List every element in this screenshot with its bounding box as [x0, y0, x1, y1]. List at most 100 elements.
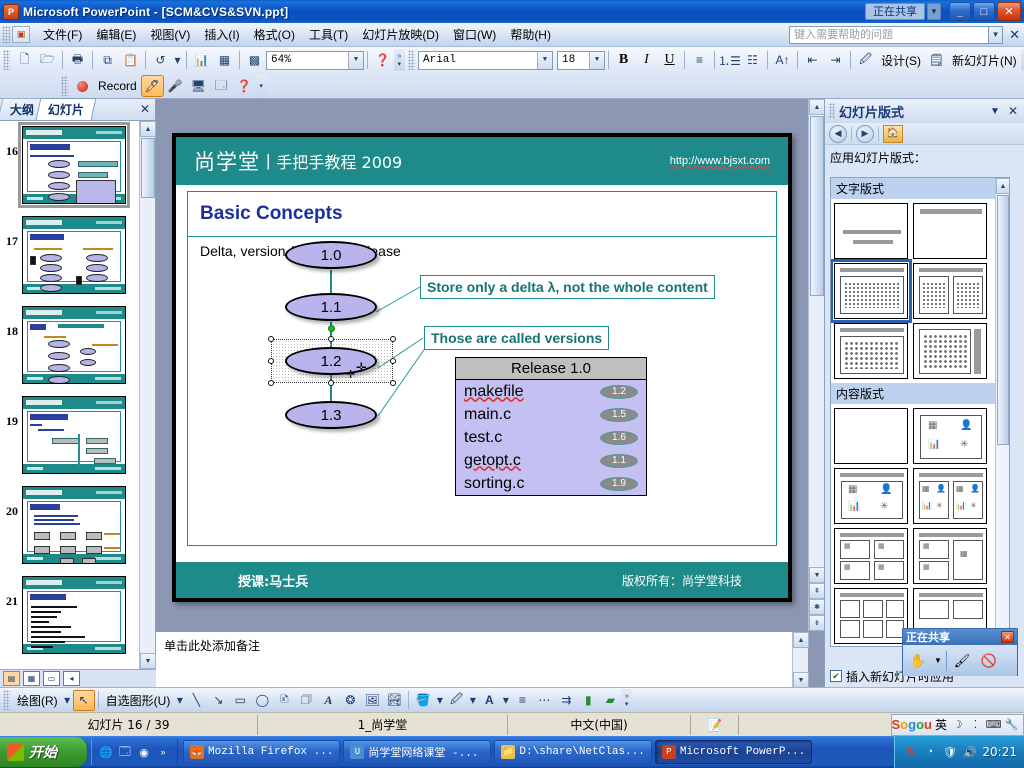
tray-volume-icon[interactable]: 🔊 [962, 745, 977, 760]
record-toolbar-overflow[interactable]: ▾ [255, 75, 267, 97]
line-color-icon[interactable]: 🖉 [445, 690, 467, 711]
menubar-close-icon[interactable]: ✕ [1009, 27, 1020, 43]
version-node-1-3[interactable]: 1.3 [285, 401, 377, 429]
slide-thumbnail[interactable] [22, 486, 126, 564]
resize-handle-nw[interactable] [268, 336, 274, 342]
fill-color-dropdown-icon[interactable]: ▾ [434, 690, 445, 711]
slide-thumbnail-list[interactable]: 16 17 18 19 20 21 [0, 121, 140, 669]
notes-scrollbar[interactable]: ▲ ▼ [792, 632, 809, 688]
print-icon[interactable]: 🖶 [66, 49, 89, 71]
resize-handle-w[interactable] [268, 358, 274, 364]
scroll-down-icon[interactable]: ▼ [140, 653, 156, 669]
rotate-handle[interactable] [328, 325, 335, 332]
bulleted-list-icon[interactable]: ☷ [741, 49, 764, 71]
font-size-dropdown-icon[interactable]: ▼ [589, 51, 604, 69]
slide-scroll-up-icon[interactable]: ▲ [809, 99, 825, 115]
line-icon[interactable]: ╲ [185, 690, 207, 711]
shadow-style-icon[interactable]: ▮ [577, 690, 599, 711]
drawing-toolbar-grip[interactable] [3, 690, 10, 710]
drawing-toolbar-overflow[interactable]: » ▾ [621, 689, 633, 711]
font-color-dropdown-icon[interactable]: ▾ [500, 690, 511, 711]
show-grid-icon[interactable]: ▩ [243, 49, 266, 71]
resize-handle-ne[interactable] [390, 336, 396, 342]
copy-icon[interactable]: ⧉ [96, 49, 119, 71]
record-toolbar-grip[interactable] [61, 76, 68, 96]
thumbnail-row[interactable]: 20 [0, 486, 140, 566]
ask-dropdown-icon[interactable]: ▼ [989, 25, 1004, 44]
back-icon[interactable]: ◀ [829, 124, 847, 143]
text-box-icon[interactable]: 🗈 [273, 690, 295, 711]
record-dot-icon[interactable] [71, 75, 94, 97]
thumbnail-row[interactable]: 18 [0, 306, 140, 386]
notes-placeholder[interactable]: 单击此处添加备注 [156, 632, 808, 659]
new-slide-icon[interactable]: 🗒 [925, 49, 948, 71]
slide-sorter-view-button[interactable]: ▦ [23, 671, 40, 686]
slide-thumbnail[interactable] [22, 396, 126, 474]
menu-item-edit[interactable]: 编辑(E) [89, 23, 143, 46]
resize-handle-e[interactable] [390, 358, 396, 364]
release-table[interactable]: Release 1.0 makefile 1.2 main.c 1.5 test… [455, 357, 647, 496]
tray-network-icon[interactable]: ◔ [922, 745, 937, 760]
layout-title-content-and-2-content[interactable]: ▦ ▦ ▦ [913, 528, 987, 584]
font-name-dropdown-icon[interactable]: ▼ [537, 51, 552, 69]
hand-dropdown-icon[interactable]: ▼ [933, 649, 943, 673]
layout-title-and-2-column-text[interactable] [913, 263, 987, 319]
minimize-button[interactable]: _ [949, 2, 971, 21]
undo-icon[interactable]: ↺ [149, 49, 172, 71]
arrow-style-icon[interactable]: ⇉ [555, 690, 577, 711]
microphone-icon[interactable]: 🎤 [164, 75, 187, 97]
layout-gallery-scrollbar[interactable]: ▲ [995, 178, 1009, 646]
align-left-icon[interactable]: ≡ [688, 49, 711, 71]
zoom-combo[interactable]: 64% ▼ [266, 50, 364, 70]
slide-subtitle-text[interactable]: Delta, version (revision), release [188, 237, 776, 259]
slide-canvas[interactable]: 尚学堂 | 手把手教程 2009 http://www.bjsxt.com Ba… [156, 99, 808, 631]
task-pane-dropdown-icon[interactable]: ▼ [990, 106, 1000, 117]
normal-view-button[interactable]: ▤ [3, 671, 20, 686]
task-pane-close-icon[interactable]: ✕ [1008, 104, 1018, 118]
ime-punctuation-icon[interactable]: ⁚ [968, 717, 983, 732]
increase-font-size-icon[interactable]: A↑ [771, 49, 794, 71]
record-button-label[interactable]: Record [94, 79, 141, 93]
new-slide-button-label[interactable]: 新幻灯片(N) [948, 52, 1021, 69]
undo-dropdown-icon[interactable]: ▾ [172, 49, 183, 71]
slide-header-url[interactable]: http://www.bjsxt.com [670, 155, 788, 167]
apply-to-new-slides-checkbox[interactable]: ✔ [830, 670, 842, 682]
slide-thumbnail[interactable] [18, 122, 130, 208]
slide-scrollbar-thumb[interactable] [810, 116, 824, 296]
forward-icon[interactable]: ▶ [856, 124, 874, 143]
internet-explorer-icon[interactable]: 🌐 [98, 744, 114, 760]
slide-thumbnail[interactable] [22, 216, 126, 294]
task-pane-grip[interactable] [829, 103, 835, 119]
autoshapes-dropdown-icon[interactable]: ▾ [174, 690, 185, 711]
gallery-scrollbar-thumb[interactable] [997, 195, 1009, 445]
stop-sharing-icon[interactable]: 🚫 [977, 649, 1001, 673]
callout-versions[interactable]: Those are called versions [424, 326, 610, 350]
fill-color-icon[interactable]: 🪣 [412, 690, 434, 711]
layout-content[interactable]: ▦ 👤 📊 ✳ [913, 408, 987, 464]
notes-scroll-down-icon[interactable]: ▼ [793, 672, 809, 688]
layout-title-and-4-content[interactable]: ▦ ▦ ▦ ▦ [834, 528, 908, 584]
resize-handle-n[interactable] [328, 336, 334, 342]
italic-button[interactable]: I [635, 49, 658, 71]
close-button[interactable]: ✕ [997, 2, 1021, 21]
share-dropdown-icon[interactable]: ▼ [927, 3, 941, 20]
tray-sogou-icon[interactable]: S [902, 745, 917, 760]
oval-icon[interactable]: ◯ [251, 690, 273, 711]
layout-title-slide[interactable] [834, 203, 908, 259]
ask-a-question-input[interactable]: 键入需要帮助的问题 [789, 25, 990, 44]
slide-thumbnail[interactable] [22, 576, 126, 654]
notes-scroll-up-icon[interactable]: ▲ [793, 632, 809, 648]
menu-item-help[interactable]: 帮助(H) [503, 23, 558, 46]
current-slide[interactable]: 尚学堂 | 手把手教程 2009 http://www.bjsxt.com Ba… [172, 133, 792, 602]
vertical-text-box-icon[interactable]: 🗇 [295, 690, 317, 711]
taskbar-item-explorer[interactable]: 📁 D:\share\NetClas... [494, 740, 652, 764]
bold-button[interactable]: B [612, 49, 635, 71]
layout-title-and-text[interactable] [831, 259, 912, 323]
decrease-indent-icon[interactable]: ⇤ [801, 49, 824, 71]
layout-title-and-content-vertical[interactable] [913, 323, 987, 379]
sharing-floating-toolbar[interactable]: 正在共享 ✕ ✋ ▼ 🖌 🚫 [902, 628, 1018, 676]
whiteboard-icon[interactable]: 🗔 [210, 75, 233, 97]
thumbnail-row[interactable]: 21 [0, 576, 140, 656]
notes-pane[interactable]: 单击此处添加备注 ▲ ▼ [156, 631, 809, 688]
start-button[interactable]: 开始 [0, 737, 88, 767]
